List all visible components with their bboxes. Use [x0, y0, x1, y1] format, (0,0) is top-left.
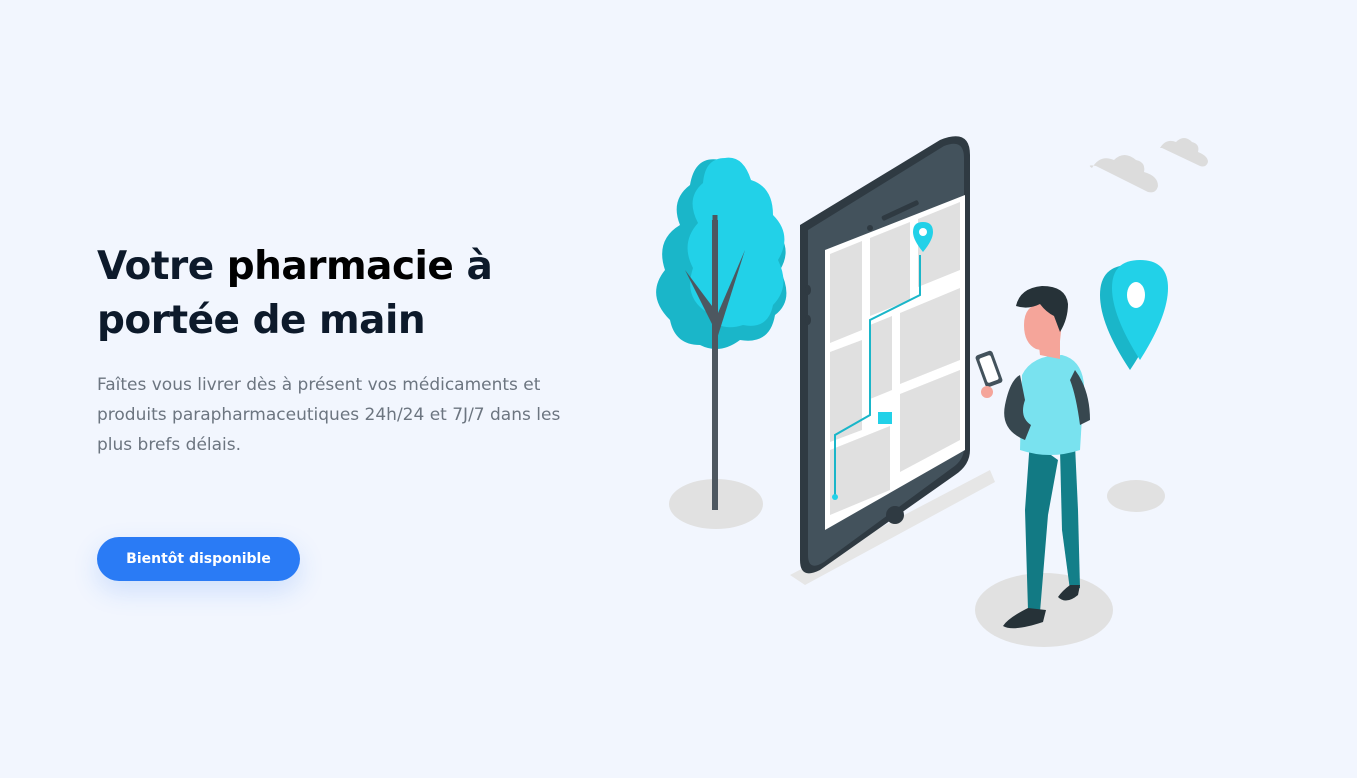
headline-highlight-text: pharmacie [226, 244, 454, 289]
landing-page: Votre pharmacie à portée de main Faîtes v… [0, 0, 1357, 778]
cloud-icon [1089, 138, 1208, 193]
person-icon [975, 286, 1090, 629]
hero-subtitle: Faîtes vous livrer dès à présent vos méd… [97, 375, 561, 455]
location-pin-icon [1100, 260, 1168, 370]
tree-icon [656, 157, 787, 510]
pin-shadow [1107, 480, 1165, 512]
hero-illustration [656, 136, 1208, 647]
coming-soon-button[interactable]: Bientôt disponible [97, 537, 300, 581]
headline-suffix: à [453, 244, 493, 289]
headline-prefix: Votre [97, 244, 227, 289]
hero-headline: Votre pharmacie à portée de main [97, 240, 597, 348]
headline-highlight: pharmacie [226, 240, 454, 294]
hero-text-block: Votre pharmacie à portée de main Faîtes v… [97, 240, 597, 460]
headline-line2: portée de main [97, 298, 426, 343]
